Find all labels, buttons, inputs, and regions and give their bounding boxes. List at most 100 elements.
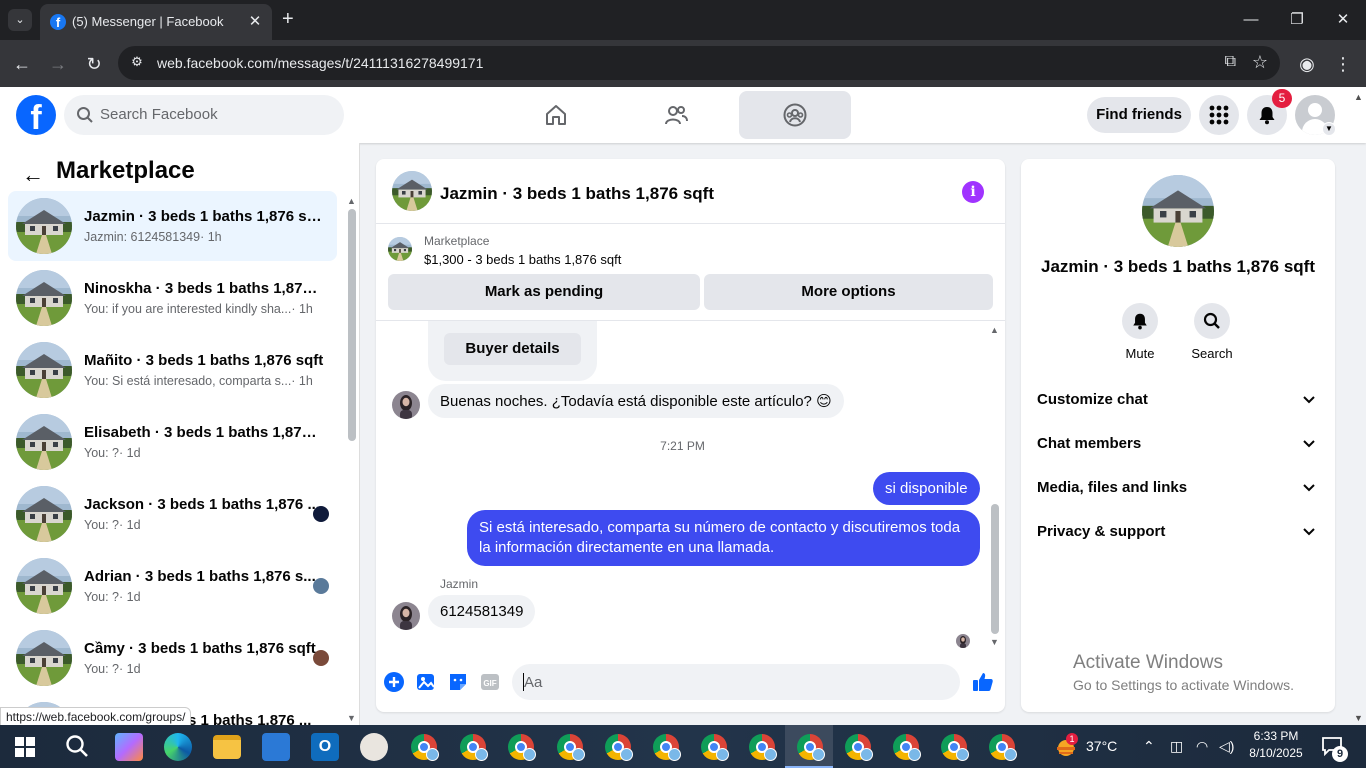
wifi-icon[interactable]: ◠ <box>1196 738 1208 755</box>
forward-icon[interactable]: → <box>46 52 70 76</box>
sidebar-scroll-up-icon[interactable]: ▲ <box>347 196 356 206</box>
chrome-profile-icon[interactable] <box>941 734 969 761</box>
search-input[interactable]: Search Facebook <box>64 95 344 135</box>
facebook-logo-icon[interactable]: f <box>16 95 56 135</box>
back-arrow-icon[interactable]: ← <box>22 162 44 188</box>
close-window-icon[interactable]: ✕ <box>1320 0 1366 40</box>
address-bar[interactable]: ⚙ web.facebook.com/messages/t/2411131627… <box>118 46 1280 80</box>
tray-app-icon[interactable]: ◫ <box>1170 738 1183 755</box>
copilot-icon[interactable] <box>115 733 143 761</box>
mute-button[interactable]: Mute <box>1100 303 1180 361</box>
chrome-profile-icon[interactable] <box>508 734 536 761</box>
menu-kebab-icon[interactable]: ⋮ <box>1331 52 1355 76</box>
back-icon[interactable]: ← <box>10 52 34 76</box>
chat-title[interactable]: Jazmin · 3 beds 1 baths 1,876 sqft <box>440 184 714 204</box>
restore-icon[interactable]: ❐ <box>1274 0 1320 40</box>
sender-avatar[interactable] <box>392 602 420 630</box>
nav-friends-tab[interactable] <box>620 91 732 139</box>
nav-home-tab[interactable] <box>500 91 612 139</box>
clock-time[interactable]: 6:33 PM <box>1251 729 1301 743</box>
chat-members-section[interactable]: Chat members <box>1037 425 1319 465</box>
info-icon[interactable]: i <box>962 181 984 203</box>
conversation-item[interactable]: Mañito · 3 beds 1 baths 1,876 sqft You: S… <box>8 335 337 405</box>
conversation-item[interactable]: Ninoskha · 3 beds 1 baths 1,876 ... You: … <box>8 263 337 333</box>
chrome-profile-icon[interactable] <box>989 734 1017 761</box>
thumbs-up-icon[interactable] <box>971 670 995 694</box>
page-scroll-down-icon[interactable]: ▼ <box>1354 713 1363 723</box>
listing-thumbnail[interactable] <box>392 171 432 211</box>
nav-groups-tab[interactable] <box>739 91 851 139</box>
message-input[interactable]: Aa <box>512 664 960 700</box>
windows-start-icon[interactable] <box>14 736 36 758</box>
menu-grid-button[interactable] <box>1199 95 1239 135</box>
chrome-profile-icon[interactable] <box>845 734 873 761</box>
temperature-text[interactable]: 37°C <box>1086 738 1117 754</box>
profile-icon[interactable]: ◉ <box>1295 52 1319 76</box>
conversation-item[interactable]: Adrian · 3 beds 1 baths 1,876 s... You: ?… <box>8 551 337 621</box>
info-listing-thumbnail[interactable] <box>1142 175 1214 247</box>
chrome-profile-icon[interactable] <box>797 734 825 761</box>
conversation-preview: You: ?· 1d <box>84 446 141 460</box>
chrome-profile-icon[interactable] <box>411 734 439 761</box>
listing-small-thumbnail[interactable] <box>388 237 412 261</box>
tray-overflow-chevron-up-icon[interactable]: ⌃ <box>1143 738 1155 755</box>
chat-scrollbar[interactable] <box>991 504 999 634</box>
reload-icon[interactable]: ↻ <box>82 52 106 76</box>
find-friends-button[interactable]: Find friends <box>1087 97 1191 133</box>
plus-circle-icon[interactable] <box>382 670 406 694</box>
file-explorer-icon[interactable] <box>213 735 241 759</box>
account-chevron-down-icon[interactable]: ▼ <box>1322 122 1336 136</box>
chrome-profile-icon[interactable] <box>605 734 633 761</box>
tab-search-chevron-icon[interactable]: ⌄ <box>8 9 32 31</box>
gif-icon[interactable]: GIF <box>478 670 502 694</box>
listing-price[interactable]: $1,300 - 3 beds 1 baths 1,876 sqft <box>424 252 621 267</box>
preview-time: · 1d <box>119 662 141 676</box>
seen-avatar <box>313 578 329 594</box>
site-info-icon[interactable]: ⚙ <box>128 54 146 72</box>
new-tab-icon[interactable]: + <box>282 8 294 31</box>
conversation-item[interactable]: Cầmy · 3 beds 1 baths 1,876 sqft You: ?· … <box>8 623 337 693</box>
sidebar-title: Marketplace <box>56 157 195 184</box>
sender-avatar[interactable] <box>392 391 420 419</box>
bookmark-star-icon[interactable]: ☆ <box>1252 52 1268 73</box>
chrome-profile-icon[interactable] <box>893 734 921 761</box>
media-files-links-section[interactable]: Media, files and links <box>1037 469 1319 509</box>
more-options-button[interactable]: More options <box>704 274 993 310</box>
chrome-profile-icon[interactable] <box>653 734 681 761</box>
chat-scroll-down-icon[interactable]: ▼ <box>990 637 999 647</box>
chrome-profile-icon[interactable] <box>749 734 777 761</box>
volume-icon[interactable]: ◁) <box>1219 738 1234 755</box>
microsoft-store-icon[interactable] <box>262 733 290 761</box>
install-app-icon[interactable]: ⧉ <box>1225 53 1236 71</box>
chrome-profile-icon[interactable] <box>701 734 729 761</box>
chrome-profile-icon[interactable] <box>557 734 585 761</box>
minimize-icon[interactable]: — <box>1228 0 1274 40</box>
edge-icon[interactable] <box>164 733 192 761</box>
conversation-item[interactable]: Jazmin · 3 beds 1 baths 1,876 sqft Jazmin… <box>8 191 337 261</box>
conversation-item[interactable]: Jackson · 3 beds 1 baths 1,876 ... You: ?… <box>8 479 337 549</box>
chat-scroll-up-icon[interactable]: ▲ <box>990 325 999 335</box>
mark-as-pending-button[interactable]: Mark as pending <box>388 274 700 310</box>
taskbar-search-icon[interactable] <box>64 733 90 759</box>
privacy-support-section[interactable]: Privacy & support <box>1037 513 1319 553</box>
page-scroll-up-icon[interactable]: ▲ <box>1354 92 1363 102</box>
chrome-profile-icon[interactable] <box>460 734 488 761</box>
preview-time: · 1d <box>119 518 141 532</box>
outlook-icon[interactable]: O <box>311 733 339 761</box>
close-tab-icon[interactable]: ✕ <box>246 12 264 30</box>
paint-icon[interactable] <box>360 733 388 761</box>
sticker-icon[interactable] <box>446 670 470 694</box>
section-title: Chat members <box>1037 435 1142 452</box>
buyer-details-button[interactable]: Buyer details <box>444 333 581 365</box>
photo-icon[interactable] <box>414 670 438 694</box>
search-in-chat-button[interactable]: Search <box>1172 303 1252 361</box>
customize-chat-section[interactable]: Customize chat <box>1037 381 1319 421</box>
conversation-item[interactable]: Elisabeth · 3 beds 1 baths 1,876 s... You… <box>8 407 337 477</box>
listing-thumbnail <box>16 270 72 326</box>
browser-tab-messenger[interactable]: f (5) Messenger | Facebook ✕ <box>40 4 272 40</box>
notification-badge: 5 <box>1272 89 1292 108</box>
sidebar-scrollbar[interactable] <box>348 209 356 441</box>
profile-badge-icon <box>426 748 439 761</box>
clock-date[interactable]: 8/10/2025 <box>1244 746 1308 760</box>
sidebar-scroll-down-icon[interactable]: ▼ <box>347 713 356 723</box>
